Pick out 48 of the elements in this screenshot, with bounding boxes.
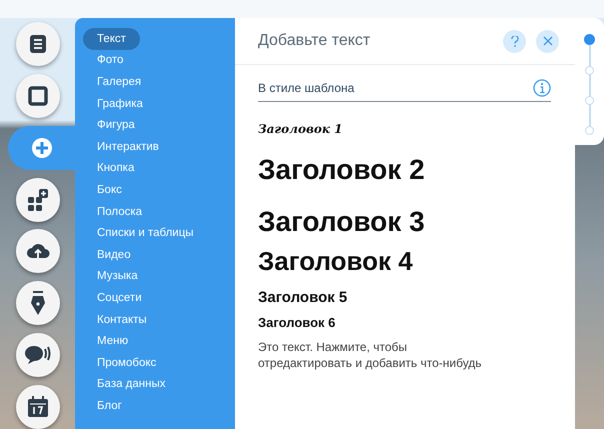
info-icon[interactable] [533, 79, 551, 97]
category-item[interactable]: Бокс [83, 179, 136, 201]
category-item[interactable]: Фото [83, 50, 138, 72]
category-item[interactable]: Блог [83, 395, 136, 417]
calendar-tool-button[interactable] [16, 384, 60, 429]
plus-icon [30, 136, 52, 159]
category-item[interactable]: Меню [83, 330, 142, 352]
category-item[interactable]: Интерактив [83, 136, 173, 158]
calendar-icon [26, 396, 48, 418]
category-item[interactable]: База данных [83, 374, 180, 396]
category-item[interactable]: Промобокс [83, 352, 170, 374]
speech-bubble-icon [24, 344, 50, 365]
step-dot[interactable] [584, 34, 595, 45]
page-icon [28, 34, 46, 54]
category-item[interactable]: Списки и таблицы [83, 222, 208, 244]
heading-sample[interactable]: Заголовок 1 [258, 122, 343, 136]
category-item[interactable]: Кнопка [83, 158, 148, 180]
paragraph-sample[interactable]: Это текст. Нажмите, чтобы отредактировать и добавить что-нибудь [258, 340, 498, 372]
heading-sample[interactable]: Заголовок 4 [258, 246, 413, 277]
pen-tool-button[interactable] [16, 281, 60, 326]
category-item[interactable]: Музыка [83, 266, 152, 288]
category-item[interactable]: Графика [83, 92, 157, 114]
apps-tool-button[interactable] [16, 178, 60, 222]
category-item[interactable]: Контакты [83, 308, 161, 330]
close-button[interactable] [536, 30, 559, 52]
heading-sample[interactable]: Заголовок 6 [258, 315, 336, 330]
upload-tool-button[interactable] [16, 229, 60, 274]
help-button[interactable] [503, 30, 526, 52]
background-tool-button[interactable] [16, 74, 60, 118]
help-icon [510, 36, 518, 46]
category-item[interactable]: Видео [83, 244, 145, 266]
close-icon [542, 36, 552, 46]
pages-tool-button[interactable] [16, 22, 60, 66]
apps-icon [26, 188, 48, 211]
category-item[interactable]: Галерея [83, 71, 156, 93]
square-icon [28, 86, 48, 106]
heading-sample[interactable]: Заголовок 5 [258, 289, 348, 306]
chat-tool-button[interactable] [16, 332, 60, 377]
heading-sample[interactable]: Заголовок 2 [258, 154, 425, 186]
section-label: В стиле шаблона [258, 81, 354, 95]
heading-sample[interactable]: Заголовок 3 [258, 206, 425, 238]
cloud-upload-icon [26, 242, 50, 260]
category-item[interactable]: Фигура [83, 114, 149, 136]
panel-title: Добавьте текст [258, 32, 372, 50]
category-item[interactable]: Текст [83, 28, 140, 50]
category-item[interactable]: Соцсети [83, 287, 156, 309]
pen-nib-icon [30, 291, 46, 316]
category-item[interactable]: Полоска [83, 200, 156, 222]
